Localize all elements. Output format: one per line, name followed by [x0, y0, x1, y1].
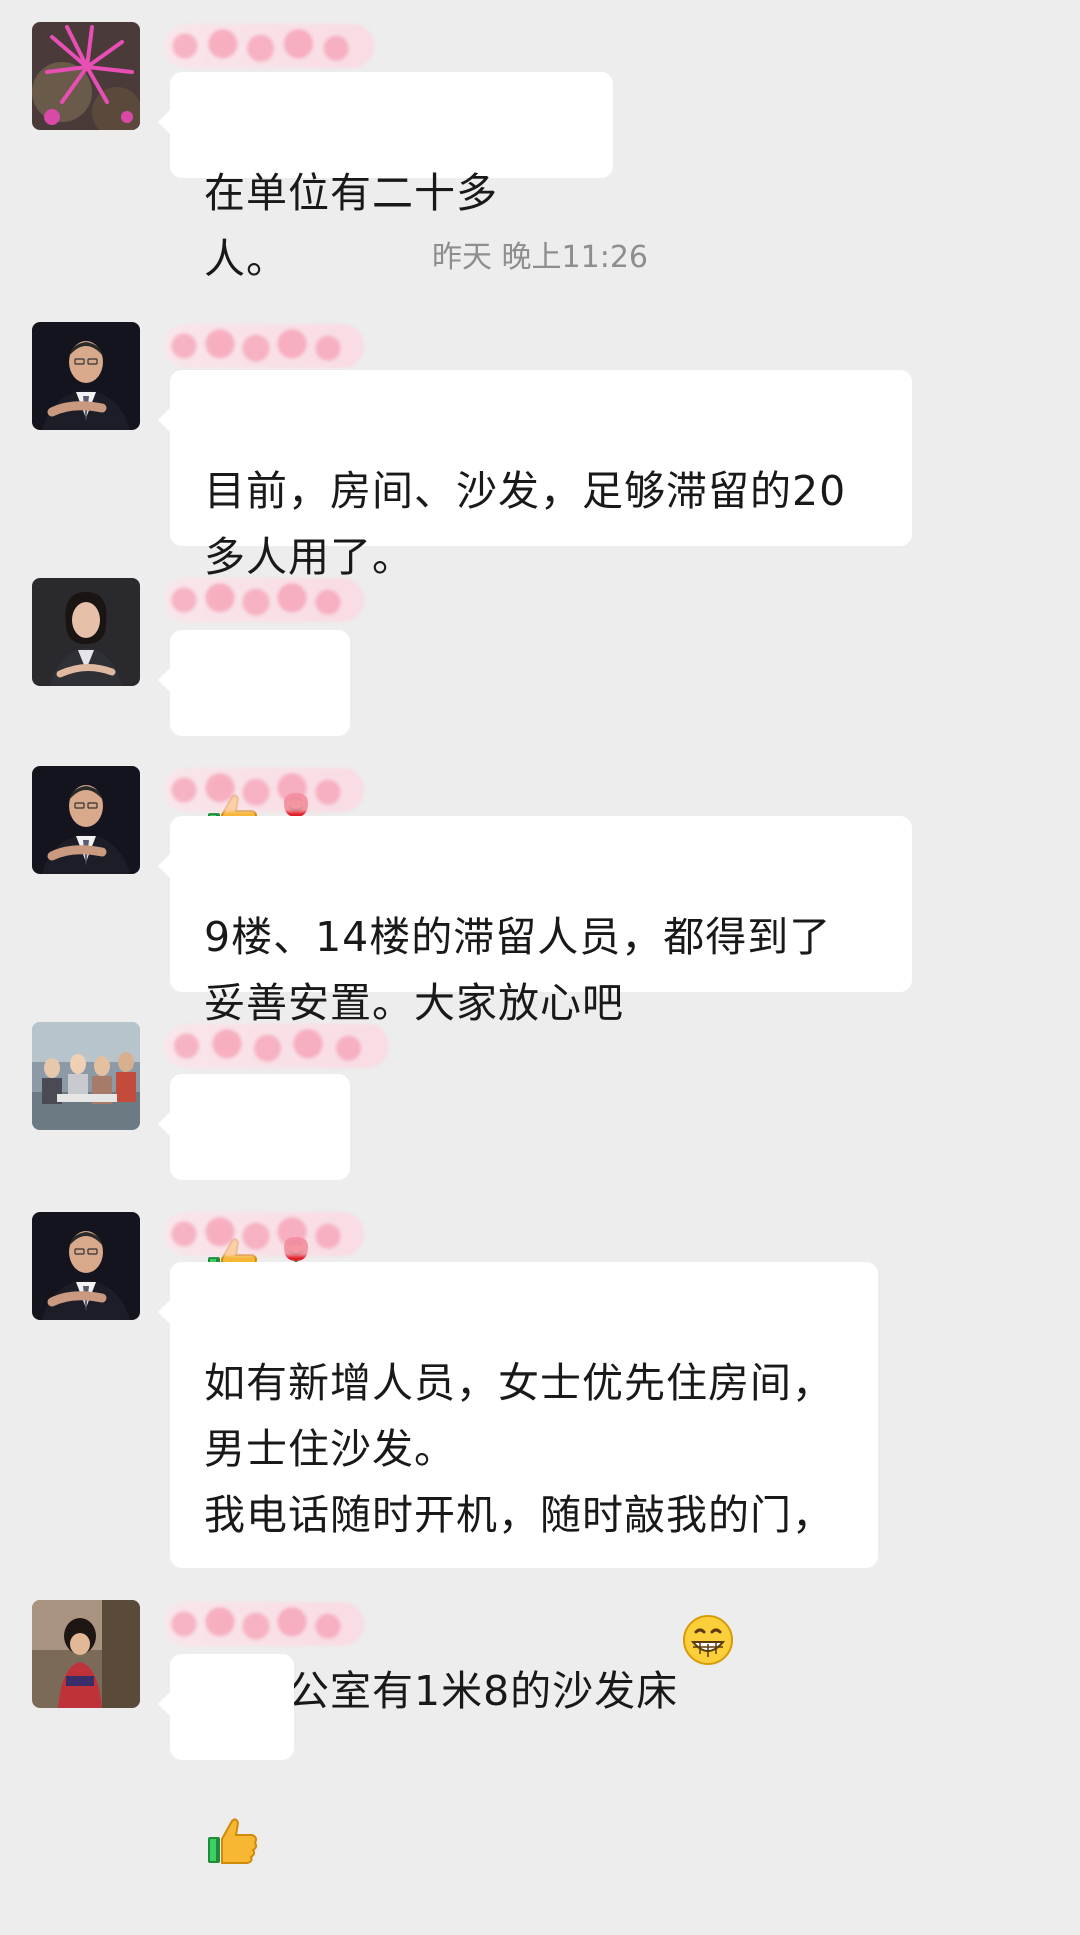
man-in-suit-avatar[interactable]: [32, 1212, 140, 1320]
man-in-suit-avatar[interactable]: [32, 322, 140, 430]
man-in-suit-avatar[interactable]: [32, 766, 140, 874]
woman-in-suit-avatar[interactable]: [32, 578, 140, 686]
sender-name-blurred: [164, 578, 364, 622]
sender-name-blurred: [164, 1602, 364, 1646]
pink-flower-avatar[interactable]: [32, 22, 140, 130]
message-text: 如有新增人员，女士优先住房间， 男士住沙发。 我电话随时开机，随时敲我的门， 我…: [204, 1359, 834, 1715]
message-bubble[interactable]: 在单位有二十多人。: [158, 72, 613, 283]
sender-name-blurred: [164, 324, 364, 368]
message-bubble[interactable]: [158, 630, 350, 843]
message-bubble[interactable]: 如有新增人员，女士优先住房间， 男士住沙发。 我电话随时开机，随时敲我的门， 我…: [158, 1262, 878, 1715]
sender-name-blurred: [164, 1024, 389, 1068]
group-photo-avatar[interactable]: [32, 1022, 140, 1130]
sender-name-blurred: [164, 24, 374, 68]
message-bubble[interactable]: 9楼、14楼的滞留人员，都得到了 妥善安置。大家放心吧: [158, 816, 912, 1027]
chat-window: 在单位有二十多人。 昨天 晚上11:26 目前，房间、沙发，足够滞留的20 多人…: [0, 0, 1080, 1864]
message-bubble[interactable]: [158, 1074, 350, 1287]
sender-name-blurred: [164, 1212, 364, 1256]
message-bubble[interactable]: [158, 1654, 294, 1864]
child-photo-avatar[interactable]: [32, 1600, 140, 1708]
message-bubble[interactable]: 目前，房间、沙发，足够滞留的20 多人用了。: [158, 370, 912, 581]
thumbs-up-icon: [204, 1747, 260, 1864]
message-text: 9楼、14楼的滞留人员，都得到了 妥善安置。大家放心吧: [204, 913, 832, 1027]
timestamp: 昨天 晚上11:26: [432, 240, 648, 275]
message-text: 目前，房间、沙发，足够滞留的20 多人用了。: [204, 467, 847, 581]
grinning-face-icon: [682, 1548, 734, 1665]
emoji-row: [204, 1742, 260, 1864]
sender-name-blurred: [164, 768, 364, 812]
